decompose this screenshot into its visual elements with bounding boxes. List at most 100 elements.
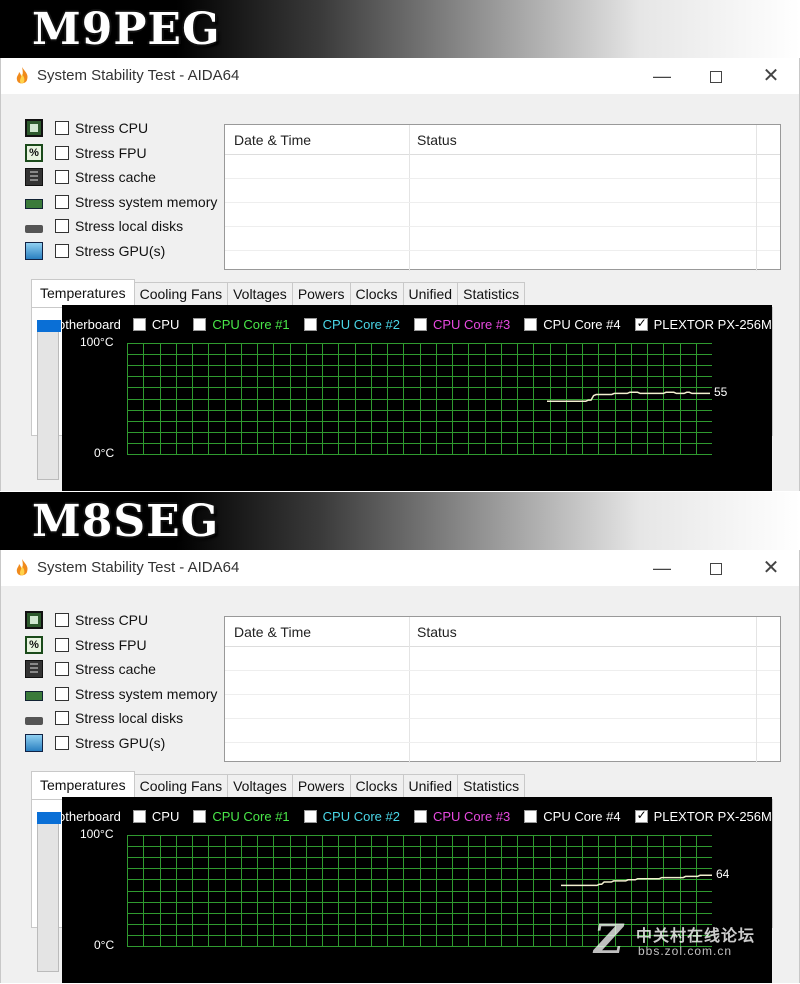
tab-powers[interactable]: Powers (291, 774, 351, 799)
stress-checkbox[interactable] (55, 735, 69, 750)
graph-scale-slider[interactable] (37, 812, 61, 972)
stress-checkbox[interactable] (55, 711, 69, 726)
column-header-status[interactable]: Status (417, 624, 457, 640)
legend-item[interactable]: CPU Core #2 (303, 809, 400, 824)
legend-checkbox[interactable] (132, 809, 146, 823)
maximize-button[interactable] (703, 63, 729, 89)
legend-label: CPU Core #4 (543, 316, 621, 332)
stress-option[interactable]: % Stress FPU (25, 141, 217, 166)
legend-item[interactable]: CPU Core #4 (524, 316, 621, 332)
log-table-header: Date & Time Status (225, 125, 780, 155)
legend-checkbox[interactable] (303, 317, 317, 331)
tab-statistics[interactable]: Statistics (457, 282, 526, 307)
tab-powers[interactable]: Powers (291, 282, 351, 307)
tab-clocks[interactable]: Clocks (349, 774, 404, 799)
legend-checkbox[interactable] (634, 808, 648, 823)
legend-item[interactable]: CPU Core #1 (193, 316, 290, 332)
title-bar[interactable]: System Stability Test - AIDA64 — ✕ (1, 550, 799, 586)
status-log-table[interactable]: Date & Time Status (224, 616, 781, 763)
tab-statistics[interactable]: Statistics (457, 774, 526, 799)
maximize-button[interactable] (703, 555, 729, 581)
stress-checkbox[interactable] (55, 121, 69, 136)
tab-cooling-fans[interactable]: Cooling Fans (133, 774, 229, 799)
close-button[interactable]: ✕ (758, 555, 784, 581)
column-header-status[interactable]: Status (417, 132, 457, 148)
fpu-percent-icon: % (25, 635, 43, 654)
legend-item[interactable]: CPU Core #3 (413, 809, 510, 824)
tab-unified[interactable]: Unified (402, 282, 459, 307)
stress-option[interactable]: Stress CPU (25, 116, 217, 141)
legend-item[interactable]: CPU Core #3 (413, 317, 510, 332)
zol-watermark: Z 中关村在线论坛 bbs.zol.com.cn (592, 910, 792, 970)
legend-item[interactable]: CPU (132, 316, 180, 332)
slider-thumb[interactable] (37, 320, 61, 332)
tab-temperatures[interactable]: Temperatures (31, 279, 135, 307)
slider-thumb[interactable] (37, 812, 61, 824)
legend-label: otherboard (62, 808, 121, 824)
stress-checkbox[interactable] (55, 662, 69, 677)
stress-option[interactable]: Stress local disks (25, 214, 217, 239)
stress-options-list: Stress CPU % Stress FPU Stress cache Str… (25, 116, 217, 263)
stress-option[interactable]: Stress GPU(s) (25, 239, 217, 264)
column-header-date-time[interactable]: Date & Time (234, 132, 311, 148)
stress-checkbox[interactable] (55, 637, 69, 652)
stress-option[interactable]: Stress cache (25, 165, 217, 190)
legend-item[interactable]: PLEXTOR PX-256M8 (634, 808, 772, 824)
stress-label: Stress local disks (75, 710, 184, 727)
legend-label: CPU (151, 316, 180, 332)
legend-item[interactable]: CPU (132, 809, 179, 824)
tab-cooling-fans[interactable]: Cooling Fans (133, 282, 229, 307)
status-log-table[interactable]: Date & Time Status (224, 124, 781, 271)
legend-checkbox[interactable] (132, 317, 146, 331)
ram-module-icon (25, 690, 43, 701)
legend-checkbox[interactable] (524, 317, 538, 331)
sensor-tabs: Temperatures Cooling Fans Voltages Powers Cl… (31, 279, 526, 307)
legend-checkbox[interactable] (193, 317, 207, 331)
stress-label: Stress system memory (75, 685, 218, 702)
stress-checkbox[interactable] (55, 613, 69, 628)
stress-option[interactable]: Stress local disks (25, 706, 217, 731)
log-scrollbar[interactable] (756, 125, 780, 271)
legend-checkbox[interactable] (413, 809, 427, 823)
legend-checkbox[interactable] (524, 809, 538, 823)
column-header-date-time[interactable]: Date & Time (234, 624, 311, 640)
legend-item[interactable]: PLEXTOR PX-256M9 (634, 316, 772, 332)
title-bar[interactable]: System Stability Test - AIDA64 — ✕ (1, 58, 799, 94)
stress-option[interactable]: Stress system memory (25, 190, 217, 215)
legend-item[interactable]: CPU Core #2 (303, 317, 400, 332)
tab-voltages[interactable]: Voltages (227, 774, 293, 799)
stress-checkbox[interactable] (55, 686, 69, 701)
stress-option[interactable]: % Stress FPU (25, 633, 217, 658)
minimize-button[interactable]: — (649, 63, 675, 89)
legend-checkbox[interactable] (303, 809, 317, 823)
stress-checkbox[interactable] (55, 145, 69, 160)
tab-clocks[interactable]: Clocks (349, 282, 404, 307)
log-scrollbar[interactable] (756, 617, 780, 763)
tab-temperatures[interactable]: Temperatures (31, 771, 135, 799)
minimize-button[interactable]: — (649, 555, 675, 581)
stress-checkbox[interactable] (55, 170, 69, 185)
legend-item[interactable]: CPU Core #1 (193, 809, 290, 824)
tab-voltages[interactable]: Voltages (227, 282, 293, 307)
maximize-icon (710, 71, 722, 84)
stress-label: Stress cache (75, 661, 156, 678)
graph-scale-slider[interactable] (37, 320, 61, 480)
legend-checkbox[interactable] (413, 317, 427, 331)
stress-option[interactable]: Stress CPU (25, 608, 217, 633)
legend-checkbox[interactable] (634, 316, 648, 331)
legend-item[interactable]: CPU Core #4 (524, 809, 621, 824)
y-axis-min-label: 0°C (94, 938, 115, 952)
close-button[interactable]: ✕ (758, 63, 784, 89)
ram-module-icon (25, 198, 43, 209)
gpu-monitor-icon (25, 733, 43, 752)
stress-option[interactable]: Stress cache (25, 657, 217, 682)
tab-unified[interactable]: Unified (402, 774, 459, 799)
watermark-url: bbs.zol.com.cn (638, 944, 733, 958)
legend-label: CPU Core #1 (212, 316, 290, 332)
legend-checkbox[interactable] (193, 809, 207, 823)
stress-option[interactable]: Stress GPU(s) (25, 731, 217, 756)
stress-checkbox[interactable] (55, 243, 69, 258)
stress-option[interactable]: Stress system memory (25, 682, 217, 707)
stress-checkbox[interactable] (55, 194, 69, 209)
stress-checkbox[interactable] (55, 219, 69, 234)
